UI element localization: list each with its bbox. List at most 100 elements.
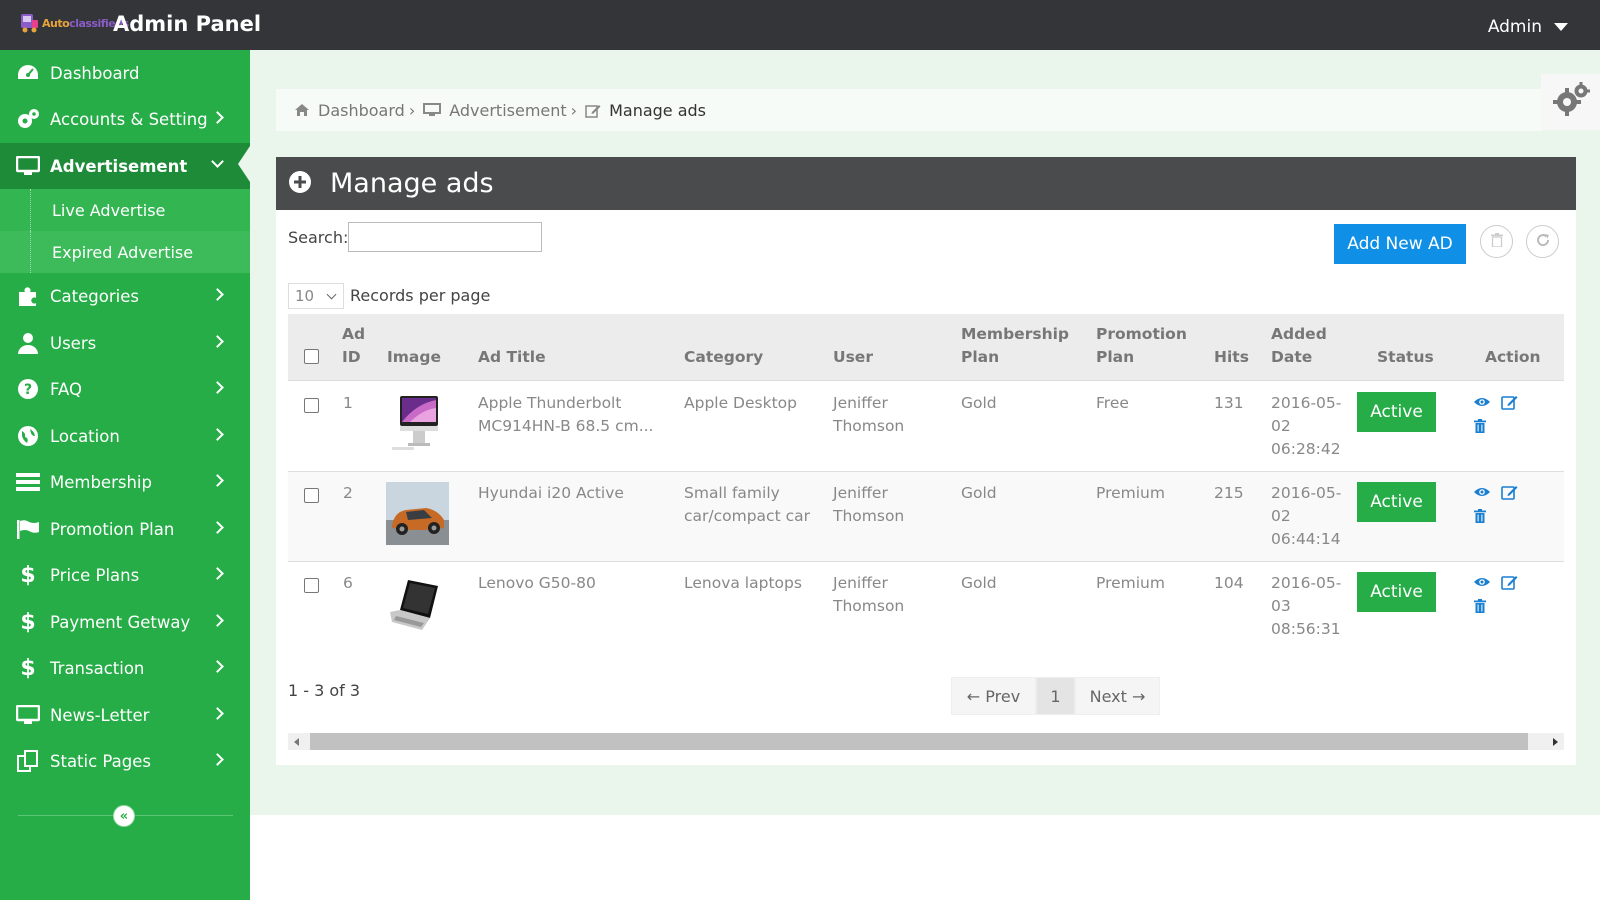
- cell-added-date: 2016-05- 02 06:28:42: [1271, 394, 1342, 458]
- add-new-ad-button[interactable]: Add New AD: [1334, 224, 1466, 264]
- column-header-ad-title[interactable]: Ad Title: [478, 346, 546, 369]
- sidebar-item-price-plans[interactable]: $ Price Plans: [0, 552, 250, 598]
- sidebar-subitem-label: Live Advertise: [52, 200, 166, 220]
- sidebar-item-promotion-plan[interactable]: Promotion Plan: [0, 506, 250, 552]
- pagination-next-button[interactable]: Next →: [1075, 677, 1160, 715]
- scroll-left-arrow-icon[interactable]: [294, 738, 299, 746]
- status-toggle-button[interactable]: Active: [1357, 572, 1436, 612]
- user-icon: [16, 331, 40, 355]
- sidebar-item-label: Accounts & Setting: [50, 109, 208, 129]
- delete-trash-icon[interactable]: [1474, 599, 1486, 613]
- pagination: ← Prev 1 Next →: [951, 677, 1160, 715]
- cell-ad-id: 2: [343, 484, 353, 502]
- pagination-prev-button[interactable]: ← Prev: [951, 677, 1036, 715]
- column-header-status[interactable]: Status: [1377, 346, 1434, 369]
- scroll-right-arrow-icon[interactable]: [1553, 738, 1558, 746]
- view-eye-icon[interactable]: [1473, 486, 1491, 498]
- cell-ad-title[interactable]: Apple Thunderbolt MC914HN-B 68.5 cm...: [478, 392, 653, 438]
- sidebar-item-accounts-setting[interactable]: Accounts & Setting: [0, 96, 250, 142]
- sidebar-item-payment-getway[interactable]: $ Payment Getway: [0, 599, 250, 645]
- sidebar-item-membership[interactable]: Membership: [0, 459, 250, 505]
- chevron-right-icon: [211, 335, 224, 348]
- panel-header: Manage ads: [276, 157, 1576, 210]
- view-eye-icon[interactable]: [1473, 576, 1491, 588]
- home-icon: [294, 103, 310, 117]
- sidebar-item-news-letter[interactable]: News-Letter: [0, 692, 250, 738]
- column-header-hits[interactable]: Hits: [1214, 346, 1249, 369]
- refresh-button[interactable]: [1526, 225, 1559, 258]
- caret-down-icon: [1554, 23, 1568, 31]
- delete-trash-icon[interactable]: [1474, 419, 1486, 433]
- search-input[interactable]: [348, 222, 542, 252]
- edit-icon[interactable]: [1501, 484, 1518, 500]
- row-checkbox[interactable]: [304, 488, 319, 503]
- breadcrumb-dashboard[interactable]: Dashboard: [318, 101, 405, 120]
- cell-category: Lenova laptops: [684, 574, 802, 592]
- status-toggle-button[interactable]: Active: [1357, 392, 1436, 432]
- car-thumbnail[interactable]: [386, 482, 449, 545]
- puzzle-icon: [16, 284, 40, 308]
- scrollbar-thumb[interactable]: [310, 733, 1528, 750]
- edit-icon[interactable]: [1501, 394, 1518, 410]
- admin-user-label: Admin: [1487, 17, 1542, 37]
- trash-icon: [1490, 232, 1503, 251]
- breadcrumb-advertisement[interactable]: Advertisement: [449, 101, 566, 120]
- sidebar-item-categories[interactable]: Categories: [0, 273, 250, 319]
- sidebar-item-label: Transaction: [50, 658, 145, 678]
- sidebar-collapse-button[interactable]: «: [113, 805, 135, 827]
- dollar-icon: $: [20, 655, 36, 681]
- delete-trash-icon[interactable]: [1474, 509, 1486, 523]
- chevron-right-icon: [211, 567, 224, 580]
- sidebar-subitem-expired-advertise[interactable]: Expired Advertise: [0, 231, 250, 273]
- cell-hits: 215: [1214, 484, 1244, 502]
- cell-promotion-plan: Free: [1096, 394, 1129, 412]
- sidebar-item-location[interactable]: Location: [0, 413, 250, 459]
- select-all-checkbox[interactable]: [304, 349, 319, 364]
- cell-ad-title[interactable]: Lenovo G50-80: [478, 572, 596, 595]
- sidebar-item-faq[interactable]: ? FAQ: [0, 366, 250, 412]
- table-header: Ad ID Image Ad Title Category User Member…: [288, 314, 1564, 381]
- gears-icon: [16, 107, 40, 131]
- cell-ad-title[interactable]: Hyundai i20 Active: [478, 482, 624, 505]
- dollar-icon: $: [20, 609, 36, 635]
- imac-thumbnail[interactable]: [386, 392, 449, 455]
- pagination-page-1[interactable]: 1: [1036, 677, 1075, 715]
- sidebar-item-users[interactable]: Users: [0, 320, 250, 366]
- sidebar-subitem-live-advertise[interactable]: Live Advertise: [0, 189, 250, 231]
- status-toggle-button[interactable]: Active: [1357, 482, 1436, 522]
- column-header-category[interactable]: Category: [684, 346, 763, 369]
- chevron-right-icon: [211, 428, 224, 441]
- laptop-thumbnail[interactable]: [386, 572, 449, 635]
- column-header-ad-id[interactable]: Ad ID: [342, 323, 365, 369]
- column-header-promotion-plan[interactable]: Promotion Plan: [1096, 323, 1187, 369]
- chevron-right-icon: [211, 381, 224, 394]
- records-per-page-select[interactable]: 10: [288, 283, 344, 309]
- settings-gear-button[interactable]: [1541, 74, 1600, 130]
- sidebar-item-advertisement[interactable]: Advertisement: [0, 143, 250, 189]
- sidebar-item-transaction[interactable]: $ Transaction: [0, 645, 250, 691]
- chevron-right-icon: [211, 474, 224, 487]
- delete-selected-button[interactable]: [1480, 225, 1513, 258]
- sidebar-item-label: News-Letter: [50, 705, 150, 725]
- desktop-icon: [16, 154, 40, 178]
- column-header-added-date[interactable]: Added Date: [1271, 323, 1327, 369]
- admin-user-menu[interactable]: Admin: [1488, 17, 1568, 37]
- column-header-membership-plan[interactable]: Membership Plan: [961, 323, 1069, 369]
- row-checkbox[interactable]: [304, 398, 319, 413]
- table-row: 6 Lenovo G50-80 Lenova laptops Jeniffer T…: [288, 562, 1564, 652]
- column-header-user[interactable]: User: [833, 346, 873, 369]
- sidebar-item-static-pages[interactable]: Static Pages: [0, 738, 250, 784]
- sidebar-item-label: Users: [50, 333, 97, 353]
- row-checkbox[interactable]: [304, 578, 319, 593]
- edit-icon[interactable]: [1501, 574, 1518, 590]
- cell-added-date: 2016-05- 02 06:44:14: [1271, 484, 1342, 548]
- view-eye-icon[interactable]: [1473, 396, 1491, 408]
- table-row: 2 Hyundai i20 Active Small family car/com…: [288, 472, 1564, 562]
- question-icon: ?: [16, 377, 40, 401]
- horizontal-scrollbar[interactable]: [288, 733, 1564, 750]
- chevron-right-icon: [211, 111, 224, 124]
- records-info: 1 - 3 of 3: [288, 681, 361, 700]
- sidebar-item-dashboard[interactable]: Dashboard: [0, 50, 250, 96]
- sidebar-item-label: Price Plans: [50, 565, 140, 585]
- dollar-icon: $: [20, 562, 36, 588]
